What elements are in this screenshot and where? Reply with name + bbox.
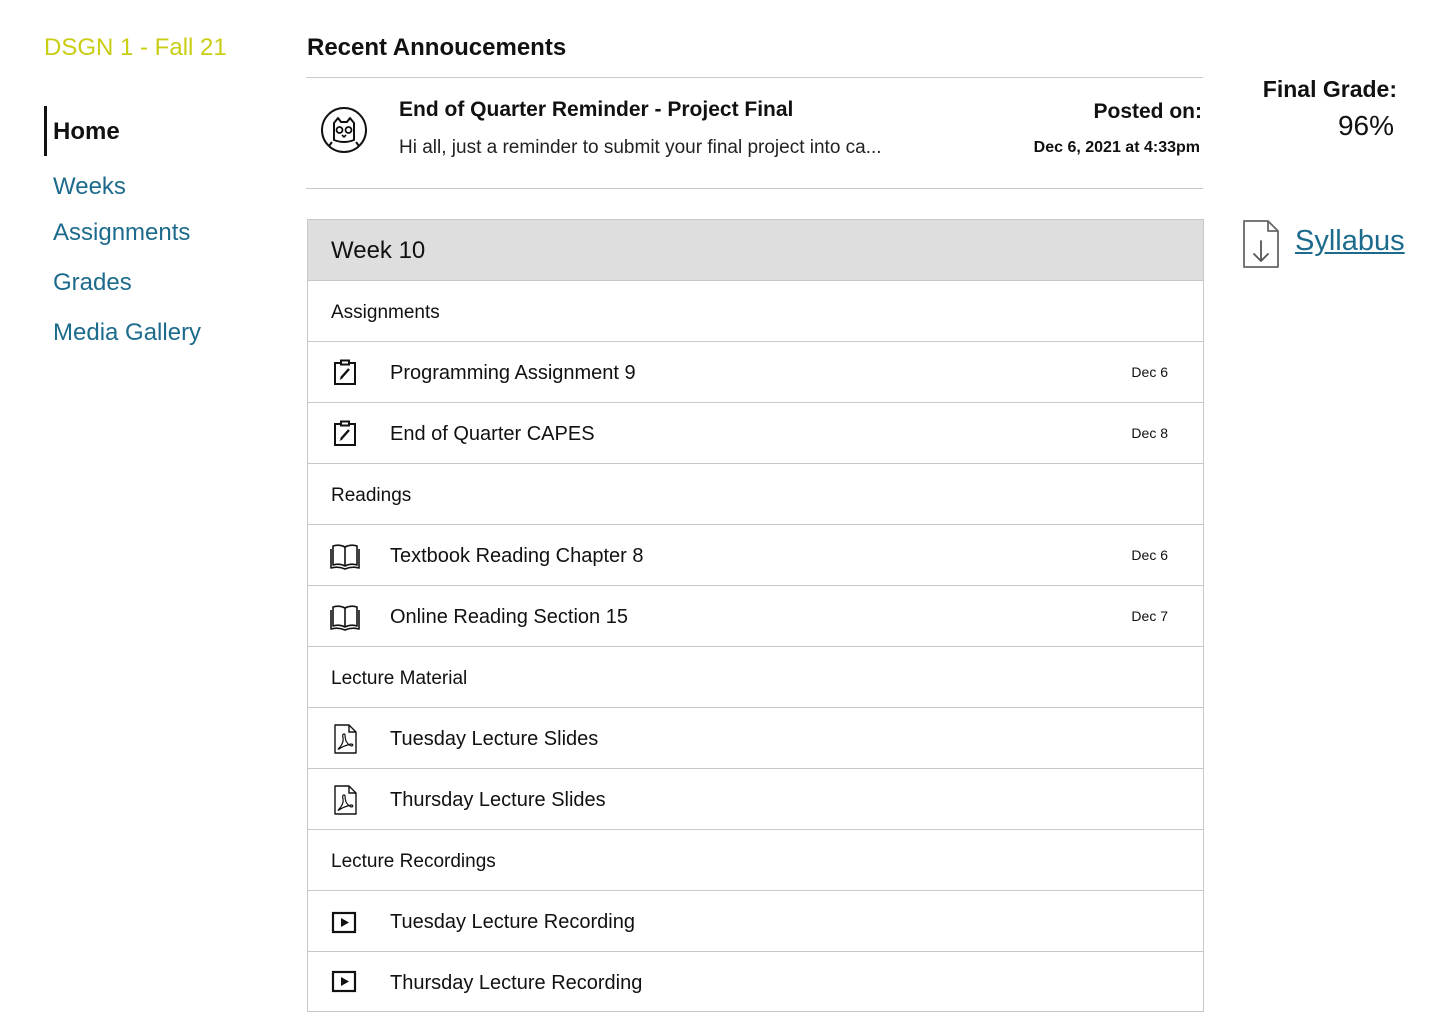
item-label: Online Reading Section 15	[390, 606, 628, 628]
list-item[interactable]: Thursday Lecture Slides	[308, 769, 1203, 830]
posted-date: Dec 6, 2021 at 4:33pm	[1033, 139, 1200, 156]
posted-on-label: Posted on:	[1093, 100, 1203, 123]
assignment-edit-icon	[334, 359, 356, 385]
announcements-heading: Recent Annoucements	[307, 34, 567, 61]
owl-avatar-icon	[321, 107, 367, 153]
due-date: Dec 7	[1131, 608, 1168, 624]
final-grade-label: Final Grade:	[1262, 76, 1397, 102]
list-item[interactable]: Tuesday Lecture Slides	[308, 708, 1203, 769]
syllabus-download[interactable]: Syllabus	[1242, 219, 1412, 269]
list-item[interactable]: Online Reading Section 15 Dec 7	[308, 586, 1203, 647]
list-item[interactable]: Thursday Lecture Recording	[308, 952, 1203, 1011]
book-icon	[330, 544, 360, 570]
announcement-title[interactable]: End of Quarter Reminder - Project Final	[399, 98, 793, 122]
nav-item-assignments[interactable]: Assignments	[44, 218, 274, 248]
section-header-lecture-material: Lecture Material	[308, 647, 1203, 708]
item-label: Textbook Reading Chapter 8	[390, 545, 644, 567]
list-item[interactable]: End of Quarter CAPES Dec 8	[308, 403, 1203, 464]
video-play-icon	[331, 970, 357, 993]
nav-item-weeks[interactable]: Weeks	[44, 172, 274, 202]
list-item[interactable]: Tuesday Lecture Recording	[308, 891, 1203, 952]
section-label: Lecture Recordings	[331, 851, 496, 872]
course-title: DSGN 1 - Fall 21	[44, 34, 227, 61]
list-item[interactable]: Programming Assignment 9 Dec 6	[308, 342, 1203, 403]
list-item[interactable]: Textbook Reading Chapter 8 Dec 6	[308, 525, 1203, 586]
due-date: Dec 6	[1131, 364, 1168, 380]
nav-item-grades[interactable]: Grades	[44, 268, 274, 298]
section-label: Readings	[331, 485, 412, 506]
video-play-icon	[331, 911, 357, 934]
due-date: Dec 6	[1131, 547, 1168, 563]
section-header-assignments: Assignments	[308, 281, 1203, 342]
file-download-icon	[1243, 220, 1279, 268]
section-label: Lecture Material	[331, 668, 468, 689]
pdf-file-icon	[334, 724, 357, 754]
announcement-preview: Hi all, just a reminder to submit your f…	[399, 137, 882, 158]
section-header-readings: Readings	[308, 464, 1203, 525]
nav-item-media-gallery[interactable]: Media Gallery	[44, 318, 274, 348]
assignment-edit-icon	[334, 420, 356, 446]
final-grade-value: 96%	[1337, 110, 1394, 141]
item-label: Thursday Lecture Recording	[390, 972, 643, 994]
announcement-card[interactable]: End of Quarter Reminder - Project Final …	[306, 77, 1203, 189]
item-label: Tuesday Lecture Slides	[390, 728, 599, 750]
book-icon	[330, 605, 360, 631]
syllabus-link[interactable]: Syllabus	[1295, 225, 1405, 258]
item-label: Thursday Lecture Slides	[390, 789, 606, 811]
week-header[interactable]: Week 10	[308, 220, 1203, 281]
week-panel: Week 10 Assignments Programming Assignme…	[307, 219, 1204, 1012]
pdf-file-icon	[334, 785, 357, 815]
section-label: Assignments	[331, 302, 440, 323]
item-label: Tuesday Lecture Recording	[390, 911, 635, 933]
item-label: Programming Assignment 9	[390, 362, 636, 384]
nav-item-home[interactable]: Home	[44, 106, 274, 156]
due-date: Dec 8	[1131, 425, 1168, 441]
section-header-lecture-recordings: Lecture Recordings	[308, 830, 1203, 891]
sidebar-nav: Home Weeks Assignments Grades Media Gall…	[44, 106, 274, 348]
item-label: End of Quarter CAPES	[390, 423, 595, 445]
